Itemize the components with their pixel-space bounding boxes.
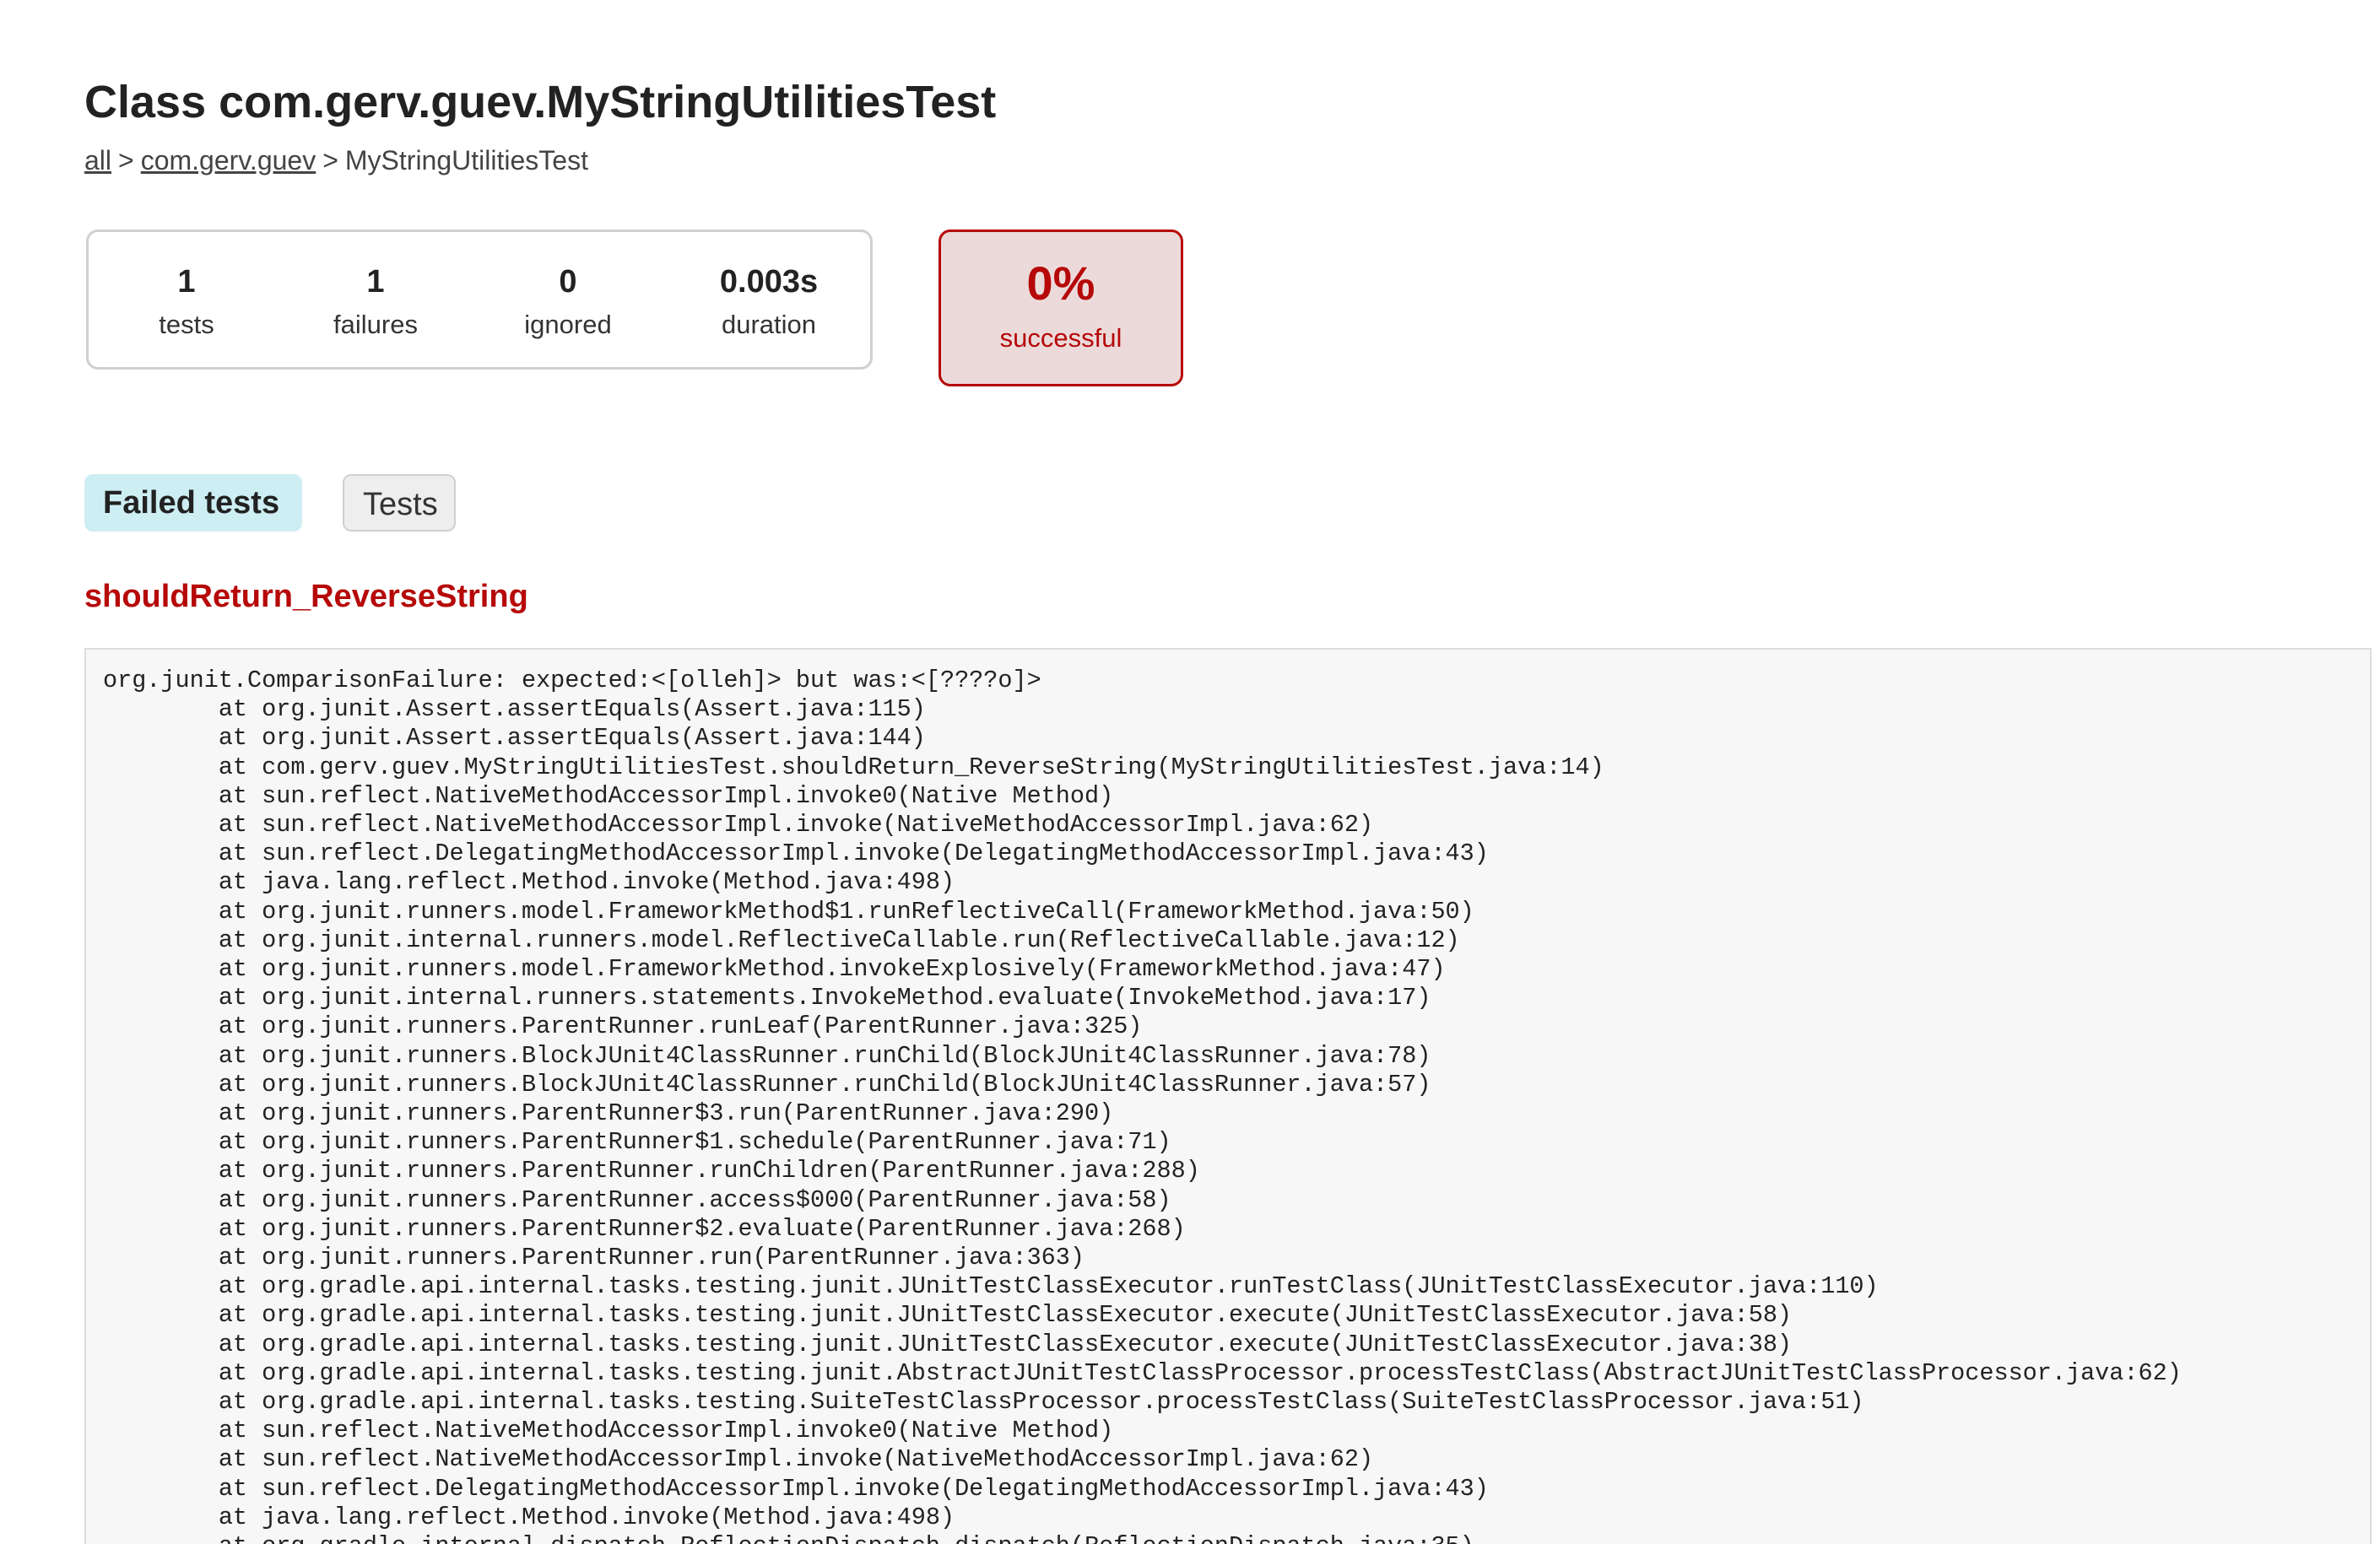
stack-trace-line: at org.gradle.api.internal.tasks.testing… xyxy=(103,1358,2182,1387)
stack-trace-line: at org.junit.runners.BlockJUnit4ClassRun… xyxy=(103,1070,1431,1099)
tests-label: tests xyxy=(159,310,214,339)
failures-count: 1 xyxy=(366,264,385,300)
stack-trace-line: at org.gradle.api.internal.tasks.testing… xyxy=(103,1388,1864,1417)
ignored-count: 0 xyxy=(559,264,577,300)
breadcrumb-current: MyStringUtilitiesTest xyxy=(344,145,588,175)
stack-trace-line: at sun.reflect.DelegatingMethodAccessorI… xyxy=(103,1474,1489,1503)
stack-trace-line: at org.gradle.api.internal.tasks.testing… xyxy=(103,1330,1793,1358)
stack-trace-line: at org.gradle.internal.dispatch.Reflecti… xyxy=(103,1532,1474,1544)
breadcrumb: all > com.gerv.guev > MyStringUtilitiesTest xyxy=(84,145,588,176)
stack-trace-line: at org.junit.runners.ParentRunner$1.sche… xyxy=(103,1128,1171,1157)
stack-trace-line: at sun.reflect.NativeMethodAccessorImpl.… xyxy=(103,1445,1374,1474)
failures-label: failures xyxy=(333,310,418,339)
duration-value: 0.003s xyxy=(719,264,819,300)
stack-trace-line: at org.junit.runners.ParentRunner$3.run(… xyxy=(103,1099,1114,1128)
duration-counter: 0.003s duration xyxy=(693,264,845,340)
ignored-counter: 0 ignored xyxy=(500,264,636,340)
stack-trace-line: org.junit.ComparisonFailure: expected:<[… xyxy=(103,667,1041,694)
stack-trace-line: at java.lang.reflect.Method.invoke(Metho… xyxy=(103,868,955,897)
stack-trace-line: at sun.reflect.DelegatingMethodAccessorI… xyxy=(103,839,1489,868)
stack-trace-line: at org.gradle.api.internal.tasks.testing… xyxy=(103,1301,1793,1330)
stack-trace-line: at sun.reflect.NativeMethodAccessorImpl.… xyxy=(103,781,1114,810)
stack-trace-line: at sun.reflect.NativeMethodAccessorImpl.… xyxy=(103,1417,1114,1445)
breadcrumb-all-link[interactable]: all xyxy=(84,145,111,175)
tab-tests[interactable]: Tests xyxy=(343,474,456,532)
tab-failed-tests[interactable]: Failed tests xyxy=(84,474,302,532)
stack-trace-line: at org.junit.runners.BlockJUnit4ClassRun… xyxy=(103,1041,1431,1070)
stack-trace-line: at org.junit.Assert.assertEquals(Assert.… xyxy=(103,695,926,724)
stack-trace-line: at org.junit.runners.ParentRunner.runLea… xyxy=(103,1012,1143,1041)
summary-box: 1 tests 1 failures 0 ignored 0.003s dura… xyxy=(86,229,873,370)
stack-trace-line: at org.junit.internal.runners.model.Refl… xyxy=(103,926,1460,954)
failures-counter: 1 failures xyxy=(308,264,443,340)
stack-trace-line: at org.junit.runners.model.FrameworkMeth… xyxy=(103,955,1446,984)
stack-trace-line: at org.junit.internal.runners.statements… xyxy=(103,984,1431,1012)
stack-trace-line: at sun.reflect.NativeMethodAccessorImpl.… xyxy=(103,811,1374,839)
failed-test-name: shouldReturn_ReverseString xyxy=(84,579,528,614)
stack-trace: org.junit.ComparisonFailure: expected:<[… xyxy=(103,667,2353,1544)
success-rate-box: 0% successful xyxy=(938,229,1183,386)
stack-trace-panel[interactable]: org.junit.ComparisonFailure: expected:<[… xyxy=(84,648,2372,1544)
stack-trace-line: at org.junit.runners.ParentRunner.run(Pa… xyxy=(103,1244,1085,1272)
duration-label: duration xyxy=(721,310,817,339)
success-rate-label: successful xyxy=(999,323,1122,353)
ignored-label: ignored xyxy=(524,310,612,339)
breadcrumb-package-link[interactable]: com.gerv.guev xyxy=(141,145,316,175)
stack-trace-line: at com.gerv.guev.MyStringUtilitiesTest.s… xyxy=(103,753,1604,781)
stack-trace-line: at org.junit.runners.ParentRunner.runChi… xyxy=(103,1157,1200,1185)
stack-trace-line: at org.junit.runners.model.FrameworkMeth… xyxy=(103,897,1474,926)
stack-trace-line: at org.junit.runners.ParentRunner$2.eval… xyxy=(103,1214,1186,1243)
breadcrumb-separator: > xyxy=(322,145,338,175)
success-rate-value: 0% xyxy=(1026,256,1095,310)
stack-trace-line: at org.gradle.api.internal.tasks.testing… xyxy=(103,1272,1879,1301)
stack-trace-line: at org.junit.runners.ParentRunner.access… xyxy=(103,1185,1171,1214)
stack-trace-line: at org.junit.Assert.assertEquals(Assert.… xyxy=(103,724,926,753)
breadcrumb-separator: > xyxy=(118,145,134,175)
tests-counter: 1 tests xyxy=(136,264,237,340)
tests-count: 1 xyxy=(177,264,196,300)
stack-trace-line: at java.lang.reflect.Method.invoke(Metho… xyxy=(103,1503,955,1531)
page-title: Class com.gerv.guev.MyStringUtilitiesTes… xyxy=(84,77,997,127)
